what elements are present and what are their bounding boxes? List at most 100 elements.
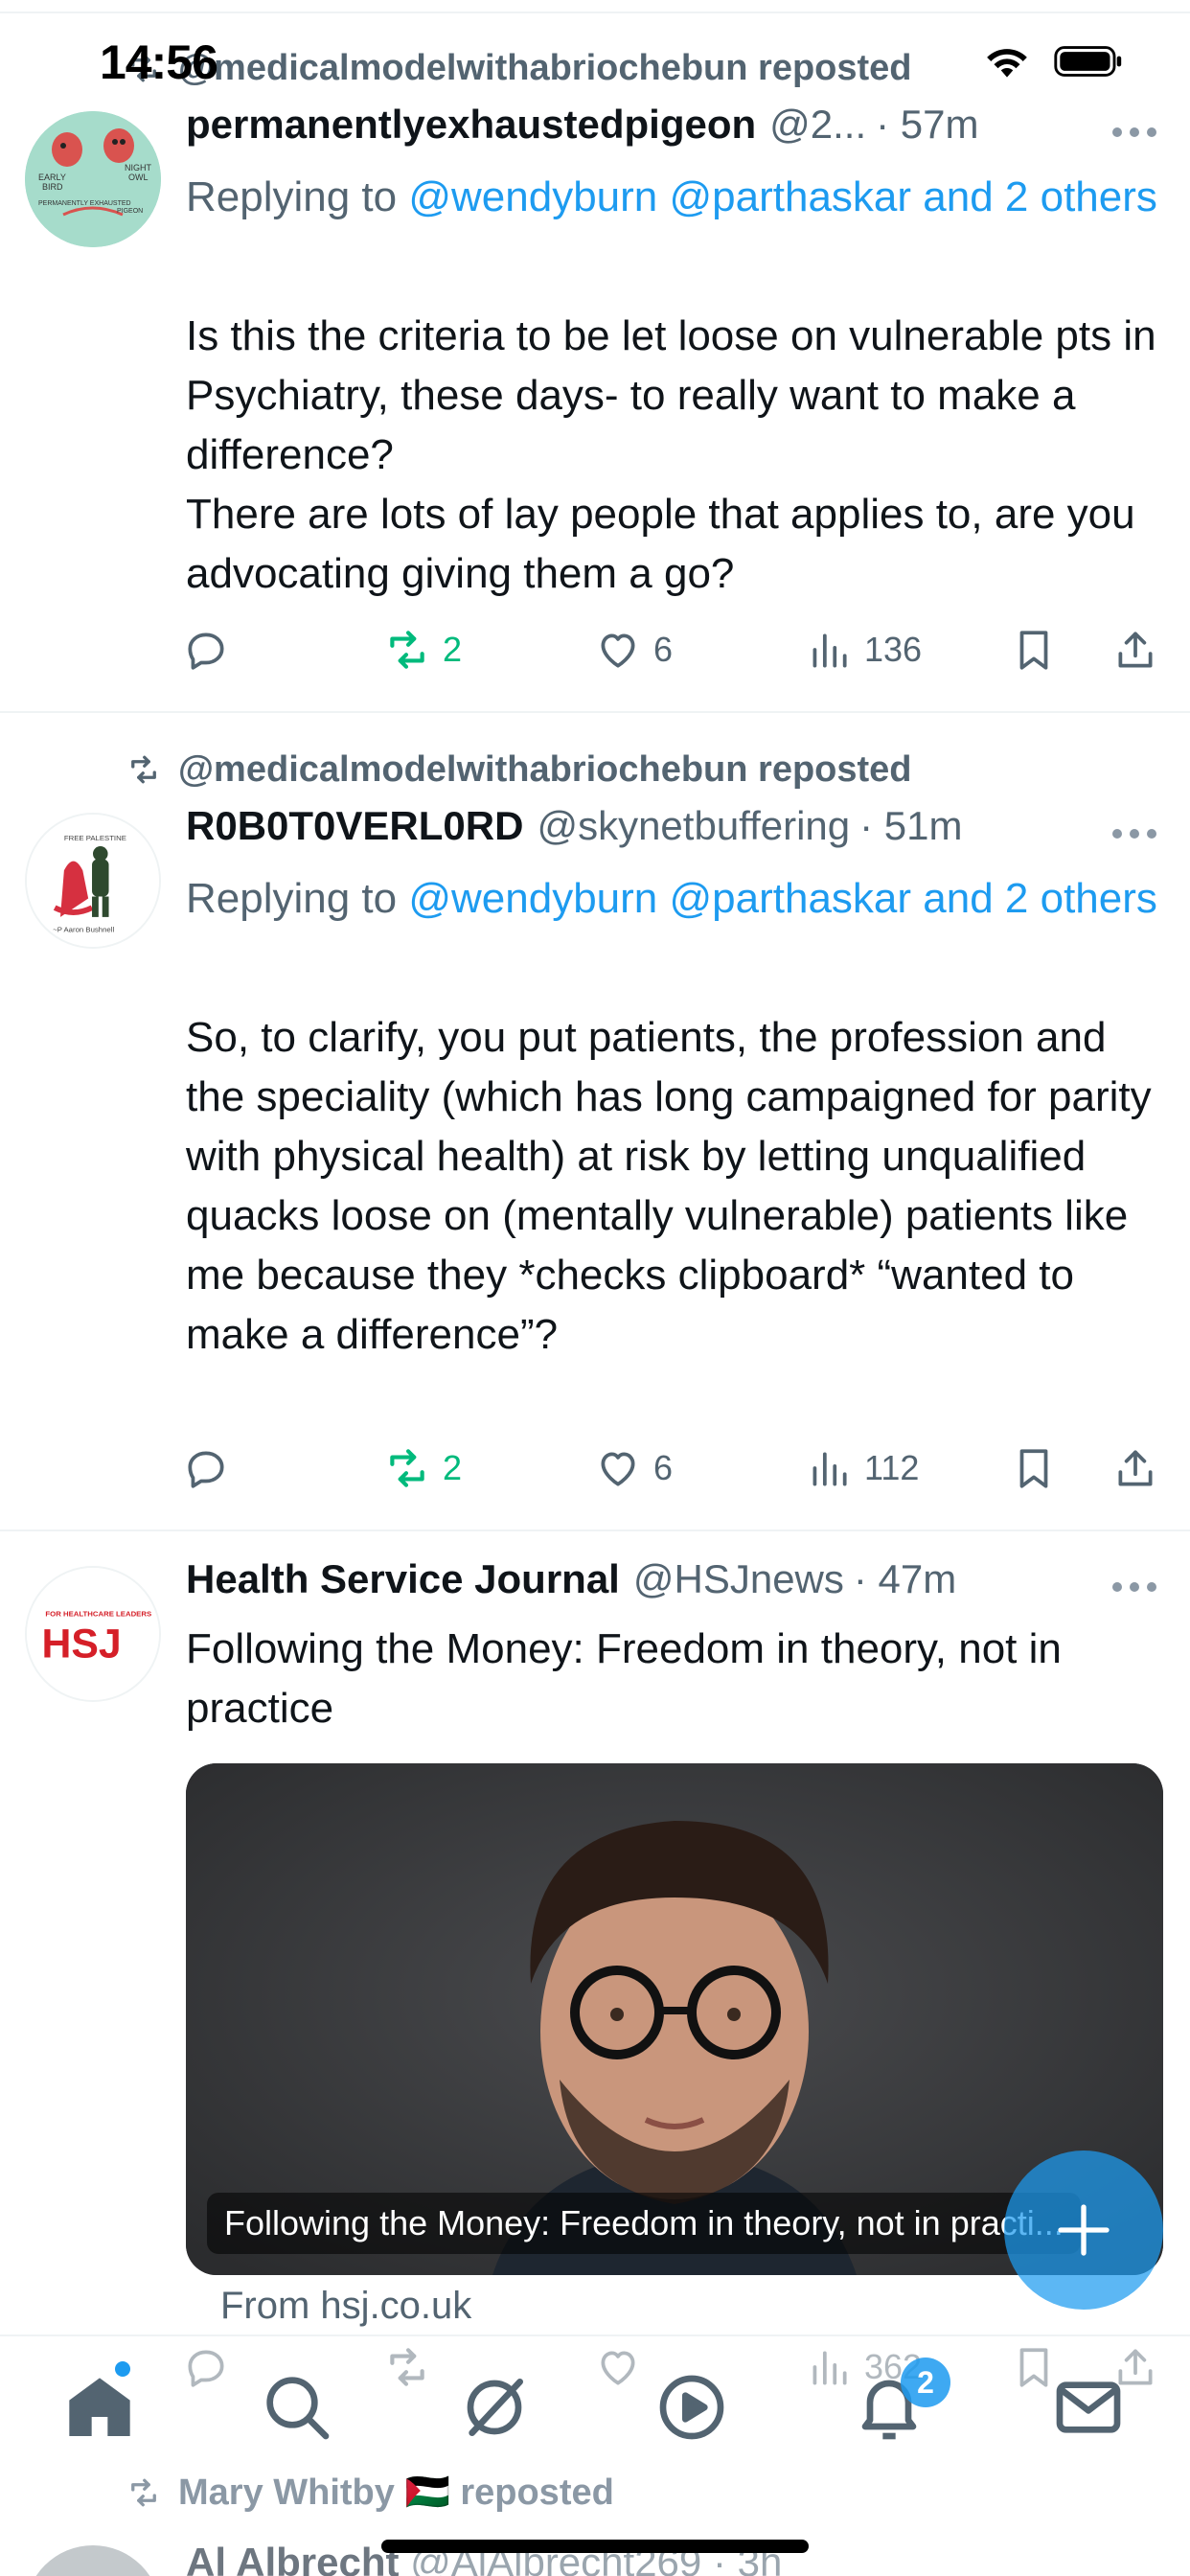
timestamp[interactable]: · 47m [854, 1556, 956, 1602]
retweet-button[interactable] [383, 2338, 431, 2396]
display-name[interactable]: permanentlyexhaustedpigeon [186, 102, 756, 148]
tweet-divider [0, 1530, 1190, 1531]
pigeon-avatar-illustration: EARLY BIRD NIGHT OWL PERMANENTLY EXHAUST… [25, 111, 161, 247]
card-source-link[interactable]: From hsj.co.uk [220, 2285, 471, 2328]
heart-icon [601, 1452, 635, 1486]
replying-to: Replying to @wendyburn @parthaskar and 2… [186, 165, 1163, 229]
more-options-icon[interactable] [1111, 1581, 1157, 1593]
retweet-icon [390, 631, 424, 669]
play-icon [659, 2375, 724, 2440]
search-icon [266, 2377, 330, 2440]
wifi-icon [987, 49, 1027, 78]
avatar[interactable]: FOR HEALTHCARE LEADERS HSJ [25, 1566, 161, 1702]
replying-to: Replying to @wendyburn @parthaskar and 2… [186, 866, 1163, 931]
replying-to-label: Replying to [186, 173, 409, 220]
reply-button[interactable] [182, 2338, 230, 2396]
display-name[interactable]: Health Service Journal [186, 1556, 620, 1602]
views-chart-icon [812, 2351, 847, 2385]
retweet-button[interactable]: 2 [383, 1439, 462, 1497]
card-title-caption: Following the Money: Freedom in theory, … [207, 2193, 1081, 2254]
handle[interactable]: @2... [769, 102, 866, 148]
timestamp[interactable]: · 57m [876, 102, 978, 148]
tweet-actions: 2 6 136 [182, 621, 1169, 678]
display-name[interactable]: R0B0T0VERL0RD [186, 803, 523, 849]
repost-icon [131, 755, 156, 784]
like-button[interactable]: 6 [594, 621, 673, 678]
reply-button[interactable] [182, 1439, 230, 1497]
svg-text:~P Aaron Bushnell: ~P Aaron Bushnell [53, 925, 114, 933]
views-button[interactable]: 112 [805, 1439, 919, 1497]
more-options-icon[interactable] [1111, 828, 1157, 840]
views-chart-icon [812, 1452, 847, 1486]
svg-text:HSJ: HSJ [42, 1621, 122, 1667]
share-button[interactable] [1111, 621, 1159, 678]
bookmark-icon [1019, 1449, 1048, 1488]
share-icon [1118, 1450, 1153, 1486]
mail-icon [1056, 2381, 1121, 2433]
battery-icon [1054, 46, 1122, 77]
views-button[interactable]: 136 [805, 621, 922, 678]
nav-home[interactable] [61, 2369, 138, 2446]
like-button[interactable]: 6 [594, 1439, 673, 1497]
handle[interactable]: @HSJnews [633, 1556, 844, 1602]
views-count: 136 [864, 630, 923, 669]
top-divider [0, 12, 1190, 13]
hsj-logo-avatar: FOR HEALTHCARE LEADERS HSJ [27, 1568, 159, 1700]
share-button[interactable] [1111, 1439, 1159, 1497]
share-icon [1118, 632, 1153, 668]
repost-icon [131, 2478, 156, 2507]
grok-icon [467, 2379, 523, 2436]
reply-mentions-link[interactable]: @wendyburn @parthaskar and 2 others [408, 875, 1157, 922]
retweet-icon [390, 1449, 424, 1487]
timestamp[interactable]: · 51m [859, 803, 962, 849]
tweet-text: So, to clarify, you put patients, the pr… [186, 1014, 1163, 1358]
tweet-text: Is this the criteria to be let loose on … [186, 312, 1156, 597]
reply-button[interactable] [182, 621, 230, 678]
tweet-divider [0, 711, 1190, 713]
more-options-icon[interactable] [1111, 126, 1157, 138]
avatar[interactable]: FREE PALESTINE ~P Aaron Bushnell [25, 813, 161, 949]
home-icon [69, 2378, 130, 2436]
nav-messages[interactable] [1050, 2369, 1127, 2446]
like-button[interactable] [594, 2338, 642, 2396]
repost-icon [131, 54, 156, 82]
like-count: 6 [653, 630, 674, 669]
retweet-count: 2 [443, 630, 463, 669]
home-indicator[interactable] [381, 2540, 809, 2553]
repost-label: Mary Whitby 🇵🇸 reposted [178, 2472, 614, 2513]
repost-indicator[interactable]: @medicalmodelwithabriochebun reposted [123, 44, 912, 92]
repost-indicator[interactable]: Mary Whitby 🇵🇸 reposted [123, 2469, 614, 2517]
timeline-screen: @medicalmodelwithabriochebun reposted EA… [0, 0, 1190, 2576]
svg-text:PERMANENTLY EXHAUSTED: PERMANENTLY EXHAUSTED [38, 200, 131, 207]
display-name[interactable]: Al Albrecht [186, 2540, 399, 2576]
reply-icon [188, 2350, 224, 2387]
svg-text:FREE PALESTINE: FREE PALESTINE [64, 834, 126, 842]
avatar[interactable]: EARLY BIRD NIGHT OWL PERMANENTLY EXHAUST… [25, 111, 161, 247]
plus-icon [1058, 2204, 1110, 2256]
nav-search[interactable] [259, 2369, 335, 2446]
heart-icon [601, 2351, 635, 2385]
notification-badge: 2 [901, 2358, 950, 2407]
retweet-count: 2 [443, 1448, 463, 1487]
svg-text:OWL: OWL [128, 172, 149, 182]
nav-video[interactable] [653, 2369, 730, 2446]
bookmark-button[interactable] [1010, 621, 1058, 678]
compose-post-button[interactable] [1004, 2150, 1163, 2310]
svg-text:EARLY: EARLY [38, 172, 66, 182]
tweet-header: permanentlyexhaustedpigeon @2... · 57m [186, 102, 1190, 159]
reply-mentions-link[interactable]: @wendyburn @parthaskar and 2 others [408, 173, 1157, 220]
retweet-button[interactable]: 2 [383, 621, 462, 678]
bookmark-button[interactable] [1010, 1439, 1058, 1497]
robot-overlord-avatar-illustration: FREE PALESTINE ~P Aaron Bushnell [27, 815, 159, 947]
retweet-icon [390, 2348, 424, 2386]
replying-to-label: Replying to [186, 875, 409, 922]
views-chart-icon [812, 633, 847, 668]
svg-text:NIGHT: NIGHT [125, 163, 152, 172]
tweet-actions: 2 6 112 [182, 1439, 1169, 1497]
handle[interactable]: @skynetbuffering [537, 803, 850, 849]
repost-indicator[interactable]: @medicalmodelwithabriochebun reposted [123, 746, 912, 794]
tweet-text: Following the Money: Freedom in theory, … [186, 1625, 1074, 1732]
reply-icon [188, 632, 224, 670]
nav-grok[interactable] [456, 2369, 533, 2446]
svg-text:BIRD: BIRD [42, 182, 63, 192]
